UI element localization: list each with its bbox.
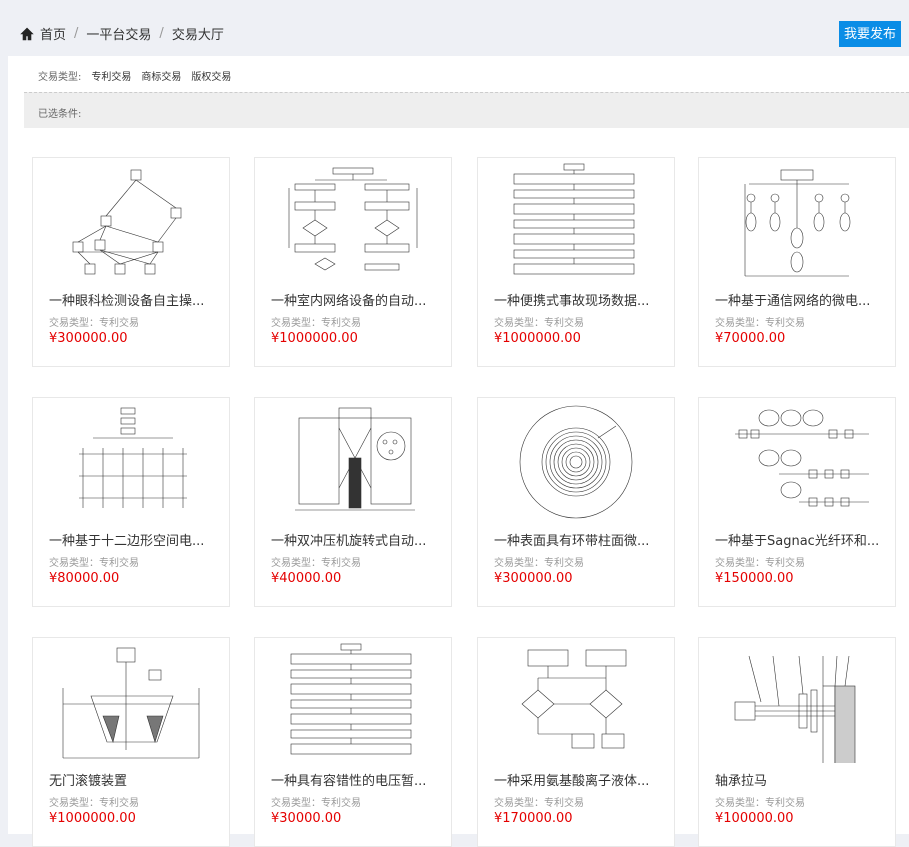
- breadcrumb: 首页 / 一平台交易 / 交易大厅: [20, 24, 224, 43]
- product-type: 交易类型：专利交易: [271, 558, 361, 569]
- product-type: 交易类型：专利交易: [715, 318, 805, 329]
- product-type: 交易类型：专利交易: [715, 558, 805, 569]
- product-title: 一种基于十二边形空间电...: [49, 534, 205, 549]
- product-type: 交易类型：专利交易: [494, 558, 584, 569]
- product-title: 一种双冲压机旋转式自动...: [271, 534, 427, 549]
- filter-row: 交易类型: 专利交易 商标交易 版权交易: [38, 68, 231, 83]
- product-price: ¥1000000.00: [271, 331, 358, 346]
- product-title: 一种便携式事故现场数据...: [494, 294, 650, 309]
- product-card[interactable]: 一种采用氨基酸离子液体... 交易类型：专利交易 ¥170000.00: [477, 637, 675, 847]
- product-card[interactable]: 一种便携式事故现场数据... 交易类型：专利交易 ¥1000000.00: [477, 157, 675, 367]
- product-title: 一种基于Sagnac光纤环和...: [715, 534, 880, 549]
- product-type: 交易类型：专利交易: [49, 558, 139, 569]
- publish-button[interactable]: 我要发布: [839, 21, 901, 47]
- product-price: ¥70000.00: [715, 331, 786, 346]
- product-price: ¥1000000.00: [494, 331, 581, 346]
- filter-option-patent[interactable]: 专利交易: [91, 68, 131, 83]
- product-type: 交易类型：专利交易: [271, 798, 361, 809]
- product-card[interactable]: 一种眼科检测设备自主操... 交易类型：专利交易 ¥300000.00: [32, 157, 230, 367]
- product-type: 交易类型：专利交易: [494, 798, 584, 809]
- product-price: ¥30000.00: [271, 811, 342, 826]
- product-title: 一种基于通信网络的微电...: [715, 294, 871, 309]
- product-card[interactable]: 一种室内网络设备的自动... 交易类型：专利交易 ¥1000000.00: [254, 157, 452, 367]
- product-title: 一种具有容错性的电压暂...: [271, 774, 427, 789]
- product-type: 交易类型：专利交易: [49, 318, 139, 329]
- selected-conditions-bar: 已选条件:: [24, 92, 909, 128]
- main-content: 交易类型: 专利交易 商标交易 版权交易 已选条件: 一种眼科检测设备自主操..…: [8, 56, 909, 847]
- product-thumbnail: [478, 158, 674, 283]
- product-title: 一种眼科检测设备自主操...: [49, 294, 205, 309]
- product-title: 一种采用氨基酸离子液体...: [494, 774, 650, 789]
- product-thumbnail: [255, 638, 451, 763]
- product-card[interactable]: 无门滚镀装置 交易类型：专利交易 ¥1000000.00: [32, 637, 230, 847]
- product-price: ¥80000.00: [49, 571, 120, 586]
- product-price: ¥300000.00: [49, 331, 128, 346]
- breadcrumb-current: 交易大厅: [171, 28, 224, 43]
- top-bar: 首页 / 一平台交易 / 交易大厅 我要发布: [8, 8, 909, 56]
- filter-option-copyright[interactable]: 版权交易: [191, 68, 231, 83]
- product-title: 无门滚镀装置: [49, 774, 128, 789]
- product-thumbnail: [33, 398, 229, 523]
- breadcrumb-level1[interactable]: 一平台交易: [86, 24, 151, 43]
- product-card[interactable]: 一种具有容错性的电压暂... 交易类型：专利交易 ¥30000.00: [254, 637, 452, 847]
- breadcrumb-separator: /: [159, 26, 164, 41]
- product-thumbnail: [478, 398, 674, 523]
- product-price: ¥150000.00: [715, 571, 794, 586]
- product-thumbnail: [33, 638, 229, 763]
- product-type: 交易类型：专利交易: [49, 798, 139, 809]
- product-title: 轴承拉马: [715, 774, 768, 789]
- breadcrumb-home[interactable]: 首页: [40, 24, 66, 43]
- product-card[interactable]: 一种双冲压机旋转式自动... 交易类型：专利交易 ¥40000.00: [254, 397, 452, 607]
- filter-label: 交易类型:: [38, 72, 82, 83]
- product-price: ¥100000.00: [715, 811, 794, 826]
- filter-option-trademark[interactable]: 商标交易: [141, 68, 181, 83]
- product-card[interactable]: 轴承拉马 交易类型：专利交易 ¥100000.00: [698, 637, 896, 847]
- product-price: ¥40000.00: [271, 571, 342, 586]
- product-price: ¥170000.00: [494, 811, 573, 826]
- product-type: 交易类型：专利交易: [271, 318, 361, 329]
- home-icon[interactable]: [20, 27, 34, 41]
- product-thumbnail: [699, 398, 895, 523]
- breadcrumb-separator: /: [74, 26, 79, 41]
- product-card[interactable]: 一种基于通信网络的微电... 交易类型：专利交易 ¥70000.00: [698, 157, 896, 367]
- product-thumbnail: [699, 638, 895, 763]
- product-card[interactable]: 一种基于Sagnac光纤环和... 交易类型：专利交易 ¥150000.00: [698, 397, 896, 607]
- product-price: ¥1000000.00: [49, 811, 136, 826]
- product-price: ¥300000.00: [494, 571, 573, 586]
- product-card[interactable]: 一种表面具有环带柱面微... 交易类型：专利交易 ¥300000.00: [477, 397, 675, 607]
- product-thumbnail: [478, 638, 674, 763]
- product-thumbnail: [255, 158, 451, 283]
- product-thumbnail: [255, 398, 451, 523]
- product-title: 一种表面具有环带柱面微...: [494, 534, 650, 549]
- product-thumbnail: [699, 158, 895, 283]
- product-card[interactable]: 一种基于十二边形空间电... 交易类型：专利交易 ¥80000.00: [32, 397, 230, 607]
- selected-conditions-label: 已选条件:: [38, 109, 82, 120]
- product-type: 交易类型：专利交易: [494, 318, 584, 329]
- product-title: 一种室内网络设备的自动...: [271, 294, 427, 309]
- product-type: 交易类型：专利交易: [715, 798, 805, 809]
- product-thumbnail: [33, 158, 229, 283]
